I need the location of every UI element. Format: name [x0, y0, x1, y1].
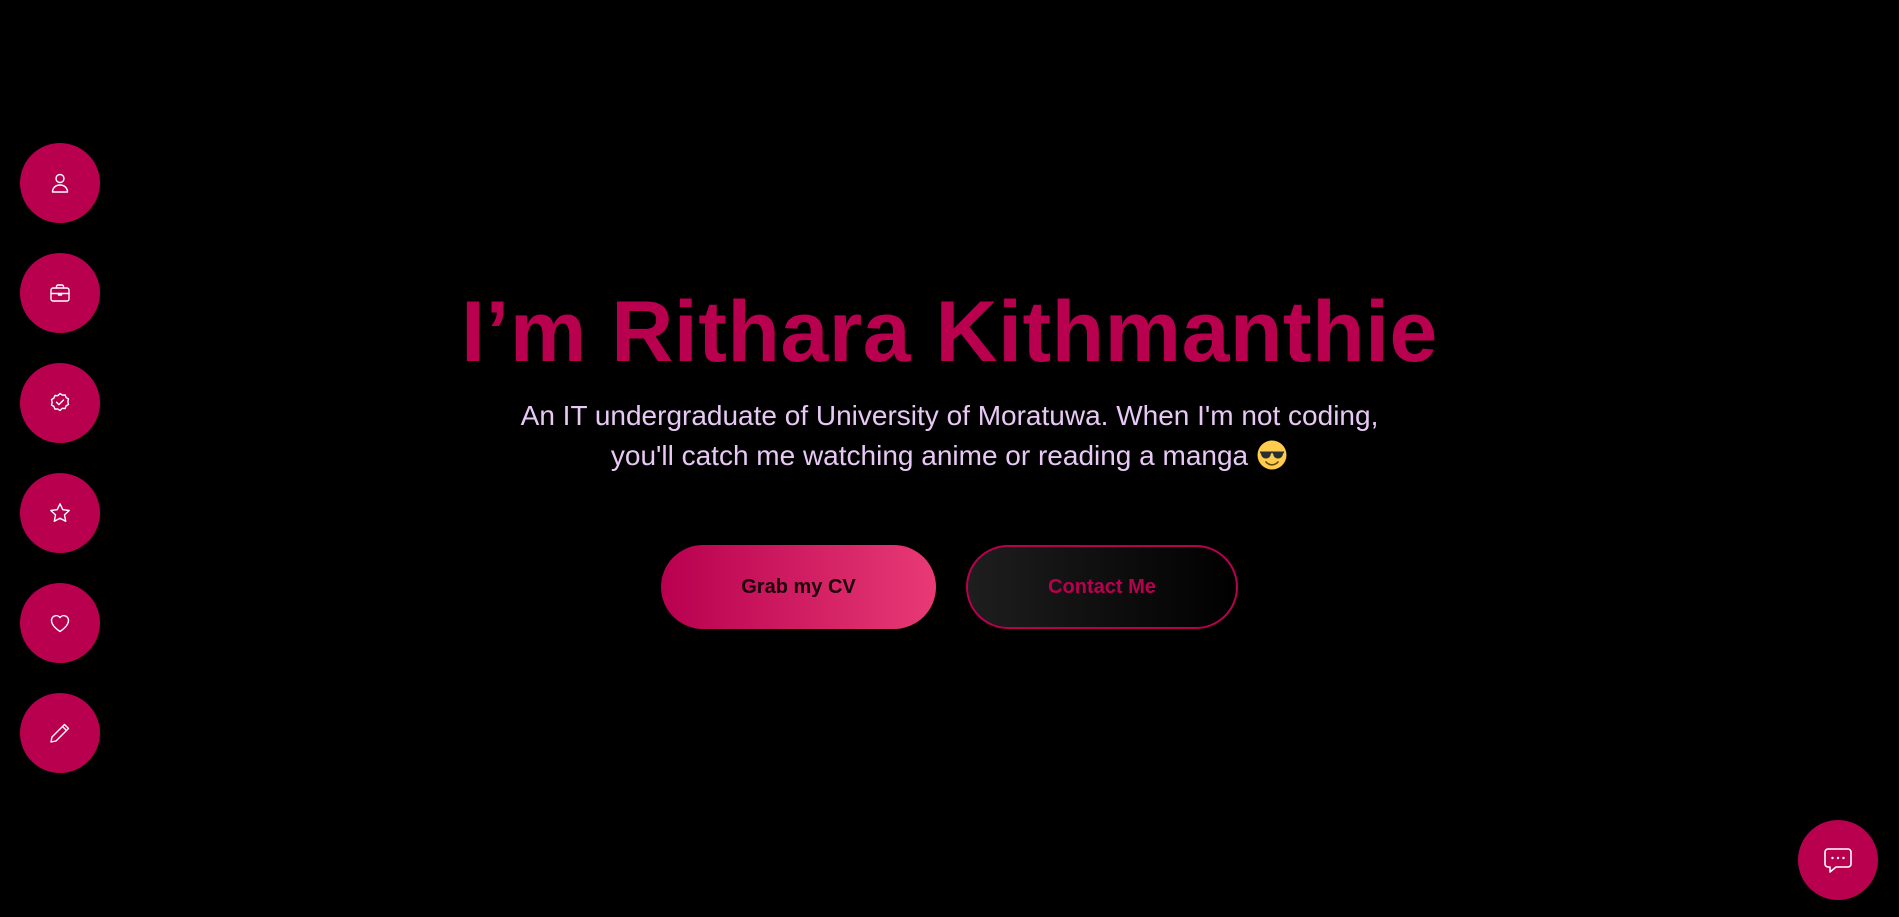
page: I’m Rithara Kithmanthie An IT undergradu… — [0, 0, 1899, 917]
hero-subtitle: An IT undergraduate of University of Mor… — [0, 396, 1899, 476]
chat-bubble-icon — [1824, 848, 1852, 873]
smiling-face-with-sunglasses-icon — [1257, 440, 1287, 470]
nav-about-button[interactable] — [20, 143, 100, 223]
user-icon — [51, 173, 69, 193]
grab-cv-button[interactable]: Grab my CV — [661, 545, 936, 629]
nav-blog-button[interactable] — [20, 693, 100, 773]
pencil-icon — [50, 723, 70, 743]
star-icon — [50, 503, 70, 522]
hero-actions: Grab my CV Contact Me — [661, 545, 1238, 629]
nav-skills-button[interactable] — [20, 473, 100, 553]
chat-button[interactable] — [1798, 820, 1878, 900]
hero-title: I’m Rithara Kithmanthie — [461, 284, 1438, 380]
hero-subtitle-line2: you'll catch me watching anime or readin… — [610, 440, 1249, 471]
nav-interests-button[interactable] — [20, 583, 100, 663]
hero-subtitle-line1: An IT undergraduate of University of Mor… — [520, 400, 1379, 431]
contact-me-button[interactable]: Contact Me — [966, 545, 1238, 629]
heart-icon — [50, 615, 70, 633]
